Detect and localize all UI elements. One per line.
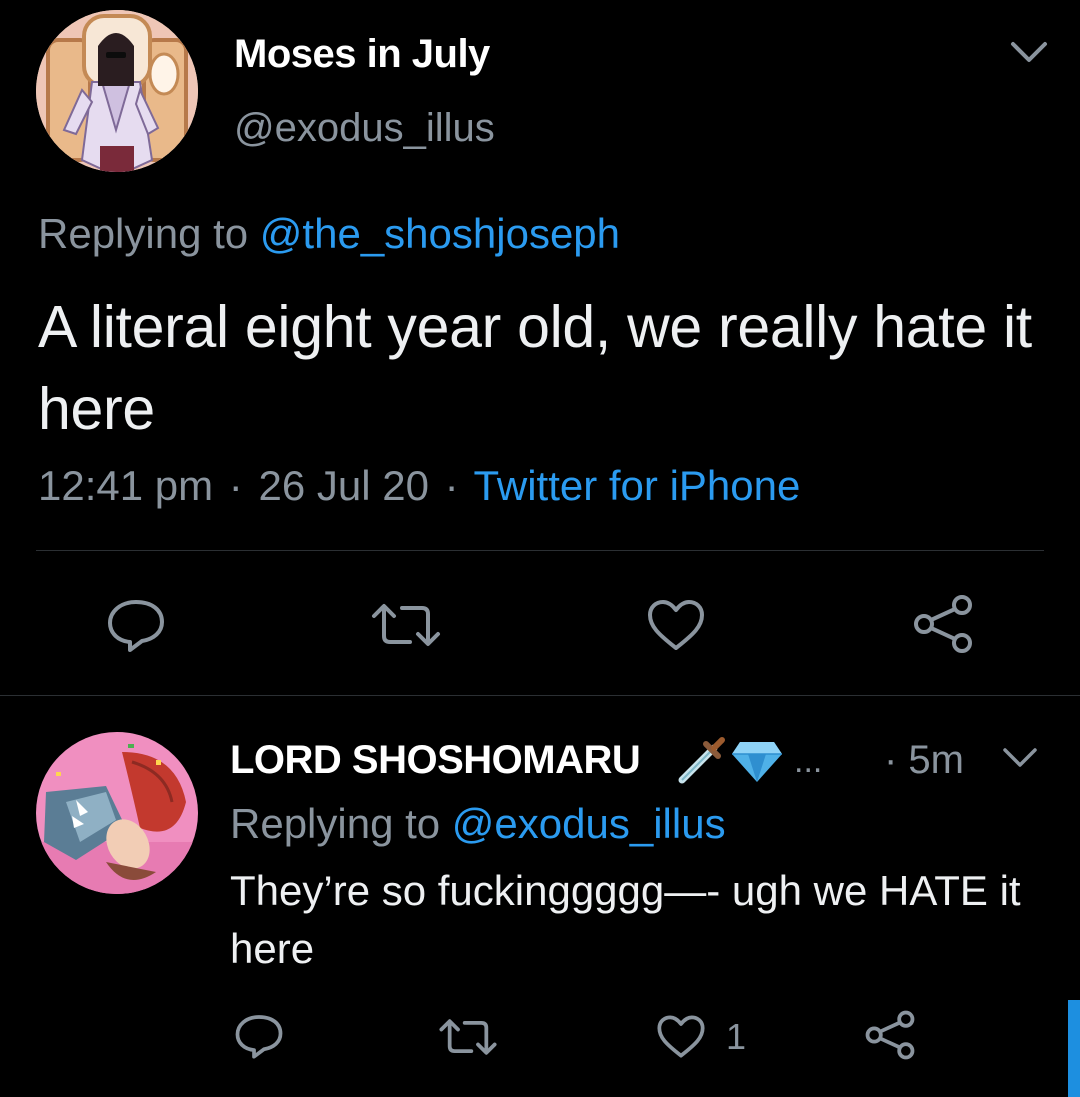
chevron-down-icon[interactable] (1010, 40, 1048, 66)
main-tweet-display-name[interactable]: Moses in July (234, 32, 490, 77)
tweet-time: 12:41 pm (38, 462, 214, 509)
replying-to-label: Replying to (230, 800, 441, 847)
like-count: 1 (726, 1015, 747, 1057)
reply-tweet-replying-line: Replying to @exodus_illus (230, 800, 726, 848)
reply-button[interactable] (106, 596, 166, 654)
share-button[interactable] (864, 1010, 916, 1060)
chevron-down-icon[interactable] (1002, 746, 1038, 770)
gem-emoji (730, 740, 784, 784)
retweet-button[interactable] (370, 600, 442, 650)
reply-tweet-display-name[interactable]: LORD SHOSHOMARU (230, 738, 641, 783)
reply-tweet-text: They’re so fuckinggggg—- ugh we HATE it … (230, 867, 1021, 972)
tweet-source-link[interactable]: Twitter for iPhone (474, 462, 801, 509)
meta-separator: · (228, 462, 243, 509)
main-tweet-handle[interactable]: @exodus_illus (234, 106, 495, 151)
like-button[interactable] (646, 598, 706, 652)
reply-tweet-avatar[interactable] (36, 732, 198, 894)
reply-icon (108, 600, 164, 652)
like-button[interactable]: 1 (656, 1014, 746, 1059)
replying-to-label: Replying to (38, 210, 249, 257)
divider (36, 550, 1044, 551)
like-icon (657, 1015, 705, 1058)
divider (0, 695, 1080, 696)
reply-button[interactable] (234, 1012, 284, 1060)
reply-tweet-time: · 5m (884, 738, 964, 782)
retweet-icon (439, 1019, 497, 1055)
main-tweet-text: A literal eight year old, we really hate… (38, 294, 1032, 442)
name-truncation: ... (794, 742, 823, 780)
dagger-emoji (674, 736, 726, 788)
like-icon (648, 600, 704, 650)
main-tweet-avatar[interactable] (36, 10, 198, 172)
share-icon (865, 1010, 915, 1060)
main-tweet-meta: 12:41 pm · 26 Jul 20 · Twitter for iPhon… (38, 462, 800, 510)
replying-to-mention[interactable]: @exodus_illus (452, 800, 726, 847)
replying-to-mention[interactable]: @the_shoshjoseph (260, 210, 620, 257)
meta-separator: · (444, 462, 459, 509)
tweet-date: 26 Jul 20 (258, 462, 429, 509)
main-tweet-replying-line: Replying to @the_shoshjoseph (38, 210, 620, 258)
retweet-icon (372, 604, 440, 646)
reply-icon (235, 1015, 283, 1059)
scrollbar[interactable] (1068, 1000, 1080, 1097)
share-button[interactable] (912, 594, 974, 654)
tweet-thread-view: Moses in July @exodus_illus Replying to … (0, 0, 1080, 1097)
retweet-button[interactable] (438, 1016, 498, 1058)
share-icon (914, 595, 972, 653)
